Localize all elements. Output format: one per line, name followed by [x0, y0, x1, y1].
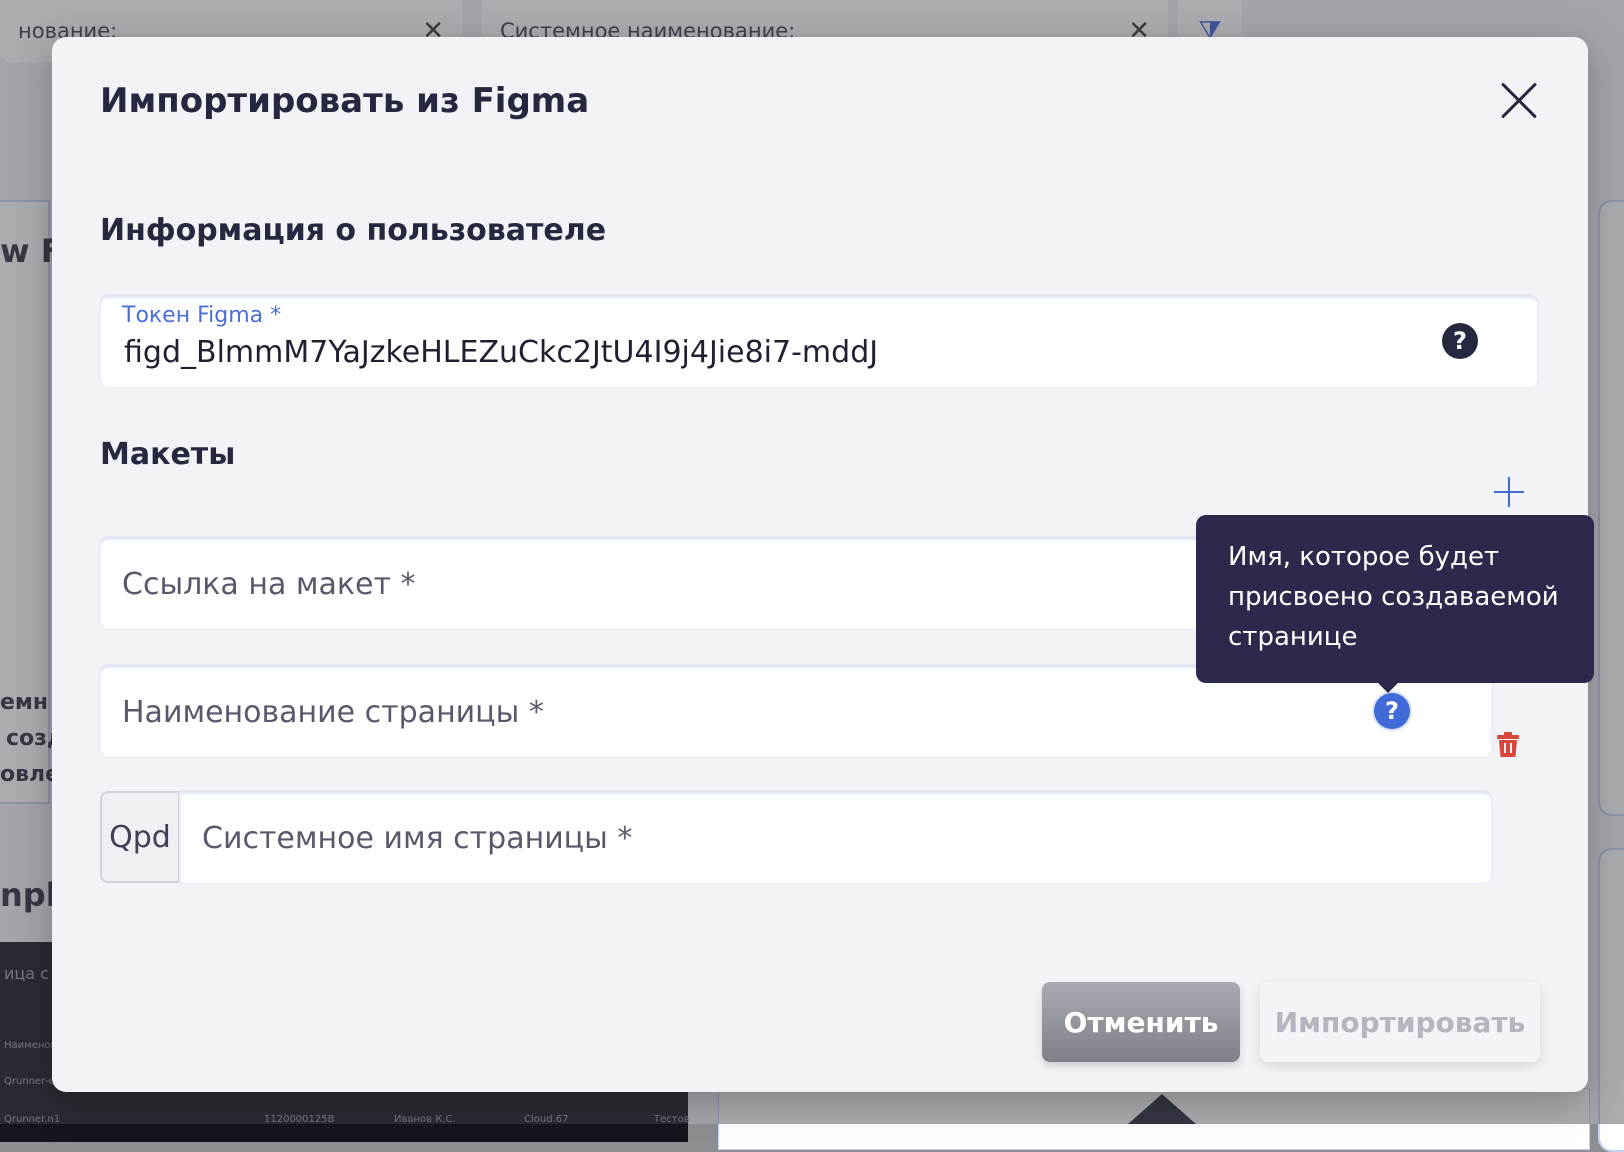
delete-layout-icon[interactable] — [1496, 732, 1520, 758]
user-info-section-title: Информация о пользователе — [100, 213, 607, 248]
figma-token-value[interactable]: figd_BlmmM7YaJzkeHLEZuCkc2JtU4I9j4Jie8i7… — [124, 335, 878, 370]
figma-token-label: Токен Figma * — [122, 303, 282, 328]
page-name-placeholder: Наименование страницы * — [122, 695, 544, 730]
import-button[interactable]: Импортировать — [1260, 982, 1540, 1062]
figma-token-field[interactable]: Токен Figma * figd_BlmmM7YaJzkeHLEZuCkc2… — [100, 295, 1538, 387]
page-name-tooltip: Имя, которое будет присвоено создаваемой… — [1196, 515, 1594, 693]
system-name-prefix: Qpd — [100, 791, 180, 883]
system-name-field[interactable]: Системное имя страницы * — [180, 791, 1492, 883]
dialog-title: Импортировать из Figma — [100, 81, 590, 121]
cancel-button[interactable]: Отменить — [1042, 982, 1240, 1062]
help-icon[interactable]: ? — [1374, 693, 1410, 729]
help-icon[interactable]: ? — [1442, 323, 1478, 359]
system-name-placeholder: Системное имя страницы * — [202, 821, 633, 856]
layouts-section-title: Макеты — [100, 437, 236, 472]
close-icon[interactable] — [1499, 81, 1539, 121]
layout-link-placeholder: Ссылка на макет * — [122, 567, 416, 602]
add-layout-icon[interactable] — [1494, 477, 1524, 507]
